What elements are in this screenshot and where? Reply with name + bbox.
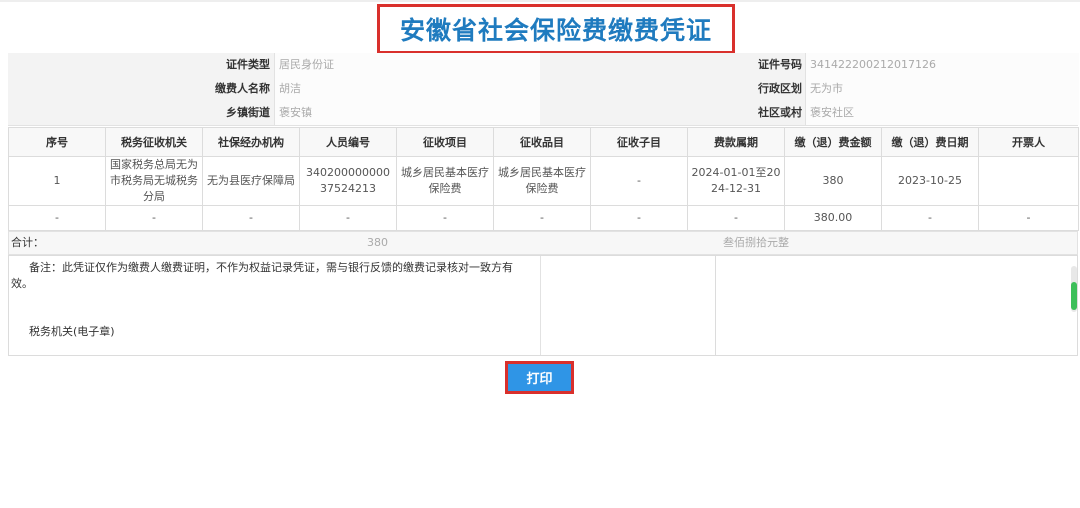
table-row: 1 国家税务总局无为市税务局无城税务分局 无为县医疗保障局 3402000000… — [8, 156, 1079, 206]
cell-period: - — [687, 205, 785, 231]
cell-subcategory: - — [590, 156, 688, 206]
cell-insurance-agency: 无为县医疗保障局 — [202, 156, 300, 206]
cell-tax-office: - — [105, 205, 203, 231]
col-header-person-number: 人员编号 — [299, 127, 397, 157]
cell-date: 2023-10-25 — [881, 156, 979, 206]
cell-item: - — [396, 205, 494, 231]
payer-name-label: 缴费人名称 — [215, 82, 270, 95]
cell-index: - — [8, 205, 106, 231]
col-header-amount: 缴（退）费金额 — [784, 127, 882, 157]
cell-item: 城乡居民基本医疗保险费 — [396, 156, 494, 206]
town-label: 乡镇街道 — [226, 106, 270, 119]
summary-amount: 380 — [367, 236, 388, 249]
table-header-row: 序号 税务征收机关 社保经办机构 人员编号 征收项目 征收品目 征收子目 费款属… — [8, 127, 1079, 157]
summary-label: 合计： — [11, 236, 44, 249]
cell-index: 1 — [8, 156, 106, 206]
summary-amount-words: 叁佰捌拾元整 — [723, 236, 789, 249]
cell-issuer: - — [978, 205, 1079, 231]
col-header-period: 费款属期 — [687, 127, 785, 157]
page-title: 安徽省社会保险费缴费凭证 — [399, 16, 712, 45]
id-number-value: 341422200212017126 — [810, 58, 936, 71]
remark-blank-cell — [716, 255, 1078, 356]
top-divider — [0, 0, 1080, 2]
col-header-item: 征收项目 — [396, 127, 494, 157]
id-type-value: 居民身份证 — [279, 58, 334, 71]
col-header-date: 缴（退）费日期 — [881, 127, 979, 157]
cell-category: 城乡居民基本医疗保险费 — [493, 156, 591, 206]
region-value: 无为市 — [810, 82, 843, 95]
region-label: 行政区划 — [758, 82, 802, 95]
title-highlight-box: 安徽省社会保险费缴费凭证 — [377, 4, 735, 54]
cell-amount: 380 — [784, 156, 882, 206]
col-header-tax-office: 税务征收机关 — [105, 127, 203, 157]
cell-subcategory: - — [590, 205, 688, 231]
print-button[interactable]: 打印 — [505, 361, 574, 394]
community-label: 社区或村 — [758, 106, 802, 119]
id-type-label: 证件类型 — [226, 58, 270, 71]
cell-category: - — [493, 205, 591, 231]
info-row-payer: 缴费人名称 胡洁 行政区划 无为市 — [8, 77, 1079, 102]
col-header-index: 序号 — [8, 127, 106, 157]
col-header-issuer: 开票人 — [978, 127, 1079, 157]
remark-box: 备注：此凭证仅作为缴费人缴费证明，不作为权益记录凭证，需与银行反馈的缴费记录核对… — [8, 255, 716, 356]
payment-table: 序号 税务征收机关 社保经办机构 人员编号 征收项目 征收品目 征收子目 费款属… — [8, 127, 1079, 231]
cell-tax-office: 国家税务总局无为市税务局无城税务分局 — [105, 156, 203, 206]
cell-date: - — [881, 205, 979, 231]
summary-row: 合计： 380 叁佰捌拾元整 — [8, 231, 1078, 255]
id-number-label: 证件号码 — [758, 58, 802, 71]
scrollbar-thumb[interactable] — [1071, 282, 1077, 310]
info-row-id: 证件类型 居民身份证 证件号码 341422200212017126 — [8, 53, 1079, 78]
col-header-insurance-agency: 社保经办机构 — [202, 127, 300, 157]
col-header-subcategory: 征收子目 — [590, 127, 688, 157]
cell-amount: 380.00 — [784, 205, 882, 231]
payer-name-value: 胡洁 — [279, 82, 301, 95]
cell-issuer — [978, 156, 1079, 206]
scrollbar[interactable] — [1071, 266, 1077, 312]
cell-insurance-agency: - — [202, 205, 300, 231]
seal-label: 税务机关(电子章) — [29, 325, 115, 338]
remark-text: 备注：此凭证仅作为缴费人缴费证明，不作为权益记录凭证，需与银行反馈的缴费记录核对… — [11, 261, 513, 290]
cell-period: 2024-01-01至2024-12-31 — [687, 156, 785, 206]
info-row-town: 乡镇街道 褒安镇 社区或村 褒安社区 — [8, 101, 1079, 126]
col-header-category: 征收品目 — [493, 127, 591, 157]
town-value: 褒安镇 — [279, 106, 312, 119]
table-row: - - - - - - - - 380.00 - - — [8, 205, 1079, 231]
cell-person-number: 34020000000037524213 — [299, 156, 397, 206]
cell-person-number: - — [299, 205, 397, 231]
community-value: 褒安社区 — [810, 106, 854, 119]
